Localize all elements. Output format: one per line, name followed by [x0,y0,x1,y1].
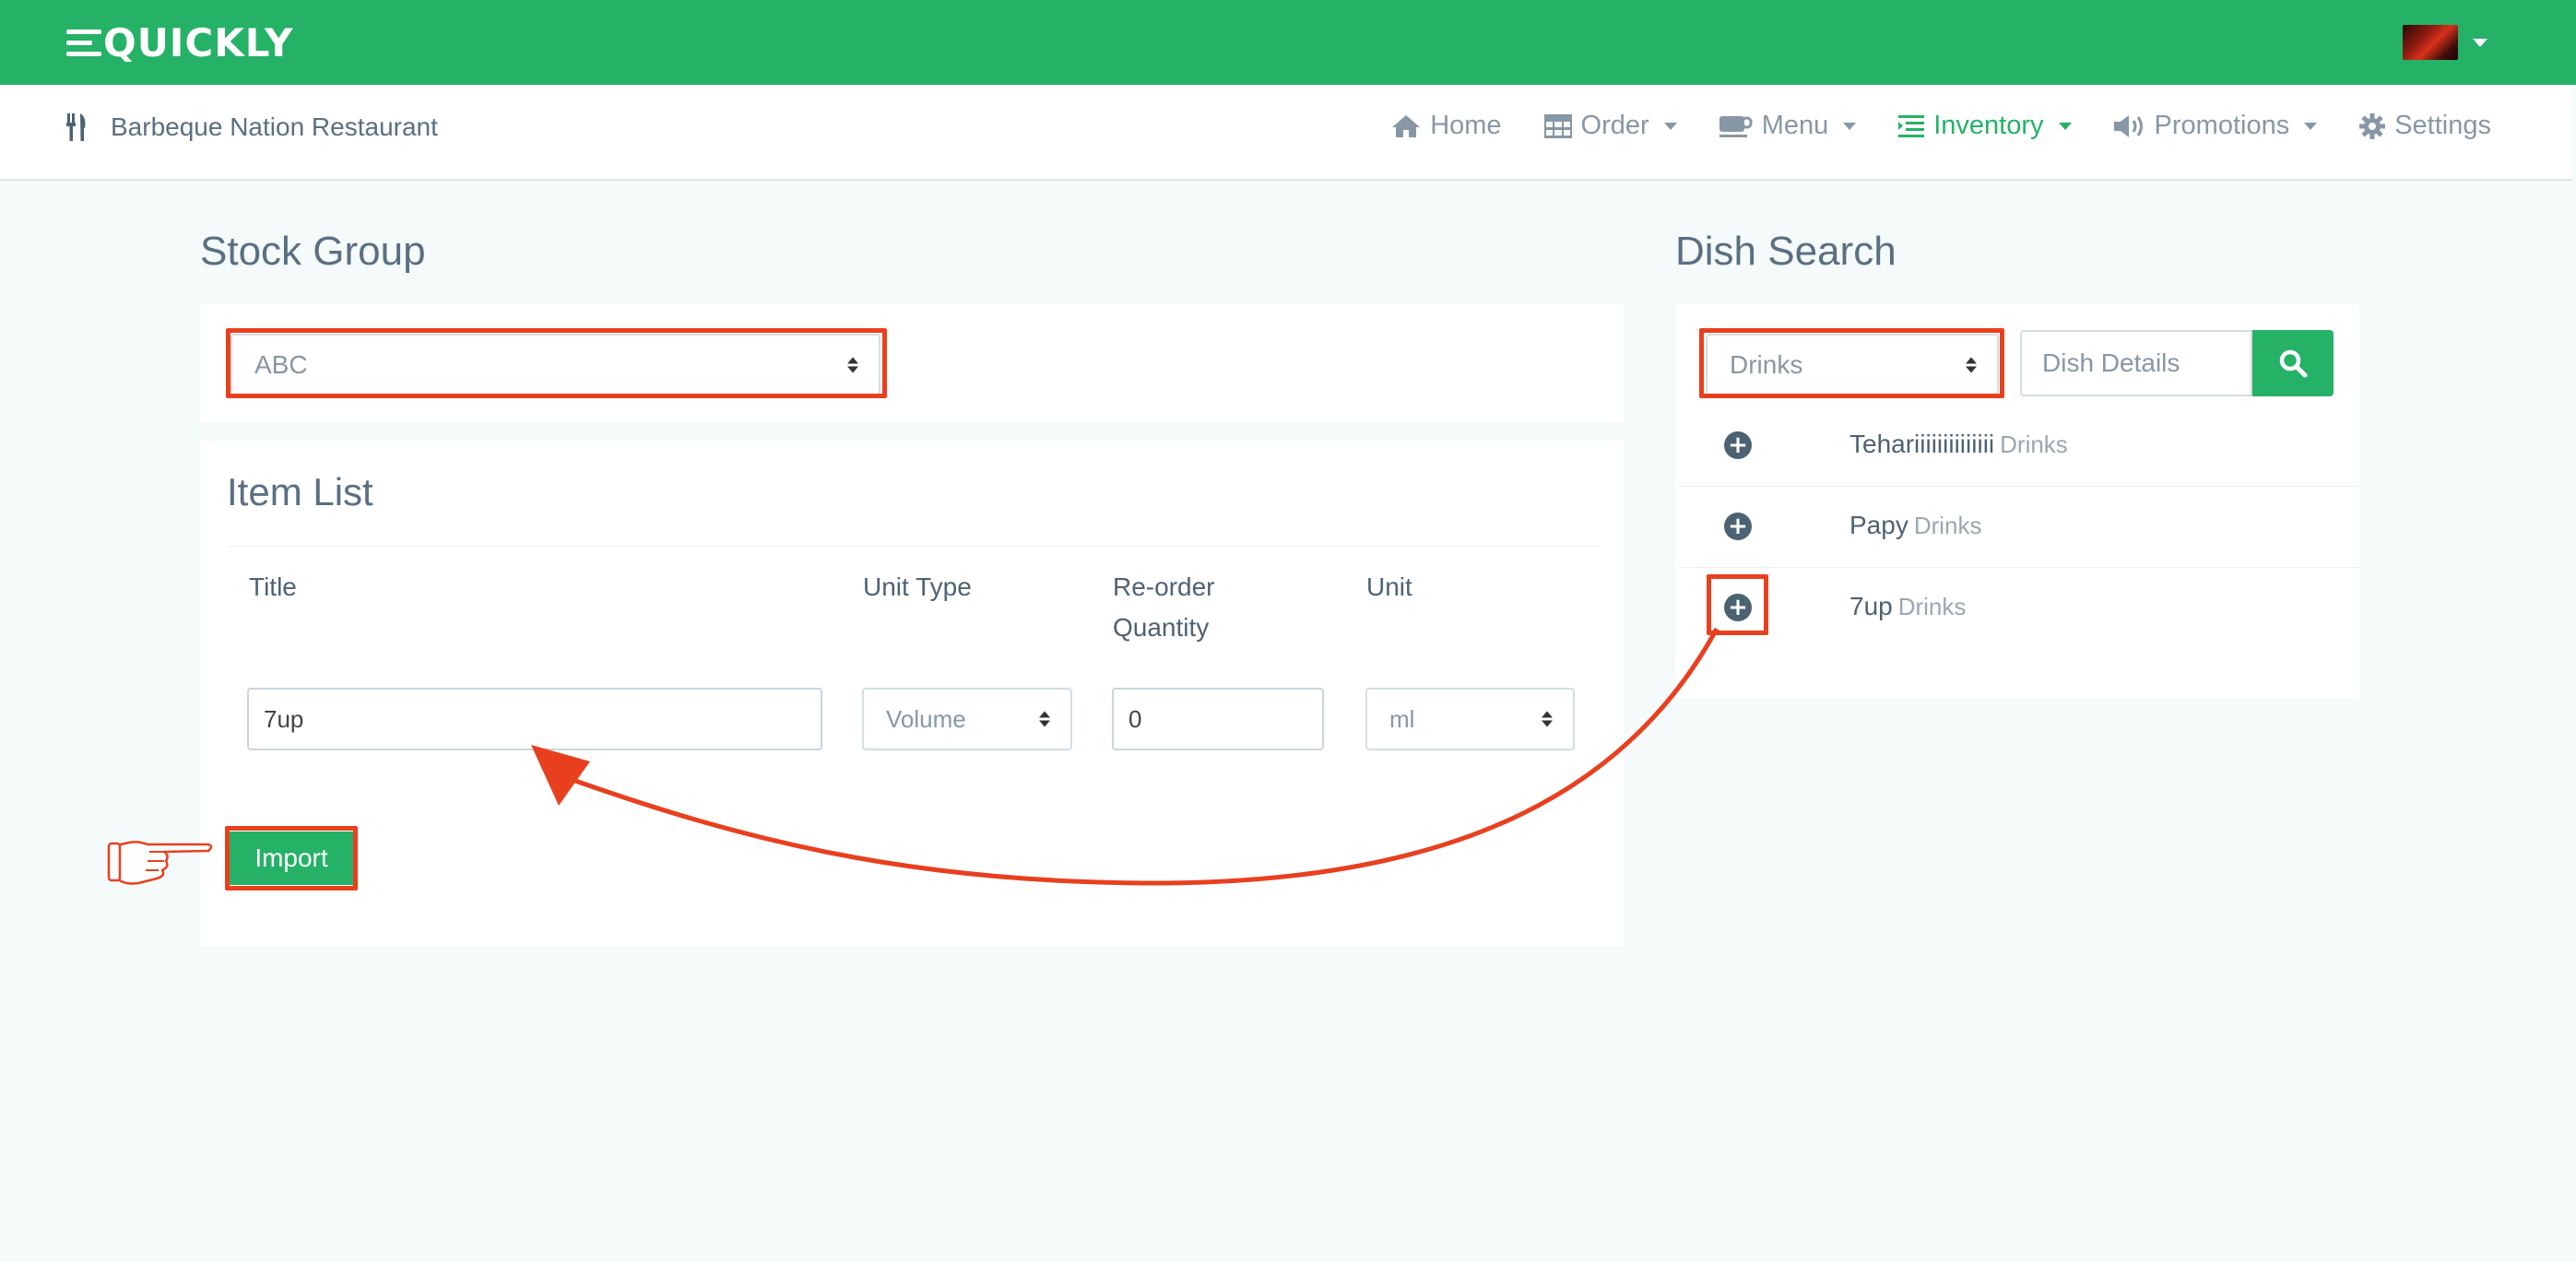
chevron-down-icon [1843,122,1857,130]
col-unit-type: Unit Type [863,572,972,601]
coffee-cup-icon [1719,115,1753,137]
top-bar: QUICKLY [0,0,2576,85]
main-nav: Home Order Menu Inventory Promotions Set… [1391,111,2491,141]
navbar: Barbeque Nation Restaurant Home Order Me… [0,85,2572,181]
logo-speed-lines-icon [66,29,101,56]
search-button[interactable] [2252,330,2334,396]
fork-knife-icon [66,113,86,141]
col-reorder-line2: Quantity [1113,613,1210,642]
restaurant-name: Barbeque Nation Restaurant [111,112,438,141]
chevron-down-icon [1663,122,1677,130]
quickly-logo[interactable]: QUICKLY [66,17,293,68]
unit-type-select[interactable]: Volume [862,688,1072,750]
nav-inventory[interactable]: Inventory [1898,111,2072,141]
dish-title: 7up [1849,592,1893,620]
nav-promotions[interactable]: Promotions [2113,111,2318,141]
nav-settings[interactable]: Settings [2359,111,2491,141]
unit-select[interactable]: ml [1365,688,1575,750]
nav-order[interactable]: Order [1543,111,1677,141]
search-icon [2279,349,2308,378]
item-list-title: Item List [227,470,373,513]
home-icon [1392,114,1421,137]
nav-promotions-label: Promotions [2154,111,2290,140]
item-title-value: 7up [264,704,304,733]
dish-search-placeholder: Dish Details [2042,348,2180,377]
col-reorder: Re-order [1113,572,1215,601]
nav-settings-label: Settings [2394,111,2491,140]
unit-selected: ml [1389,704,1415,733]
add-dish-button[interactable]: + [1724,431,1752,459]
highlight-import [225,826,358,890]
add-dish-button[interactable]: + [1724,513,1752,540]
speaker-icon [2113,114,2143,137]
dish-name: Tehariiiiiiiiiiiiii Drinks [1849,430,2068,459]
select-arrows-icon [1542,711,1553,727]
dish-title: Papy [1849,511,1908,539]
select-arrows-icon [1039,711,1050,727]
nav-home[interactable]: Home [1391,111,1502,141]
dish-name: 7up Drinks [1849,592,1966,621]
nav-menu-label: Menu [1761,111,1829,140]
highlight-dish-category [1699,328,2004,398]
dish-category: Drinks [2000,430,2068,458]
dish-category: Drinks [1913,512,1982,539]
reorder-quantity-input[interactable]: 0 [1112,688,1324,750]
list-item: + Papy Drinks [1678,487,2360,568]
col-title: Title [249,572,297,601]
highlight-stock-group [226,328,887,398]
chevron-down-icon [2473,38,2487,47]
unit-type-selected: Volume [886,704,966,733]
list-item: + Tehariiiiiiiiiiiiii Drinks [1678,406,2360,487]
nav-inventory-label: Inventory [1933,111,2044,140]
table-icon [1543,113,1572,138]
reorder-quantity-value: 0 [1128,704,1142,733]
user-menu[interactable] [2403,25,2487,60]
list-indent-icon [1898,114,1925,137]
avatar[interactable] [2403,25,2458,60]
gear-icon [2359,112,2386,139]
dish-category: Drinks [1897,593,1967,620]
nav-order-label: Order [1580,111,1649,140]
dish-search-input[interactable]: Dish Details [2020,330,2252,396]
chevron-down-icon [2058,122,2072,130]
nav-home-label: Home [1430,111,1502,140]
stock-group-title: Stock Group [200,229,426,274]
item-title-input[interactable]: 7up [247,688,822,750]
logo-text: QUICKLY [103,19,294,65]
nav-menu[interactable]: Menu [1719,111,1857,141]
dish-search-title: Dish Search [1675,229,1897,274]
list-item: + 7up Drinks [1678,568,2360,649]
col-unit: Unit [1366,572,1412,601]
item-list-divider [227,546,1601,547]
dish-title: Tehariiiiiiiiiiiiii [1849,430,1995,458]
dish-name: Papy Drinks [1849,511,1982,540]
chevron-down-icon [2304,122,2318,130]
highlight-add-7up [1707,574,1768,635]
restaurant-brand[interactable]: Barbeque Nation Restaurant [66,112,438,142]
